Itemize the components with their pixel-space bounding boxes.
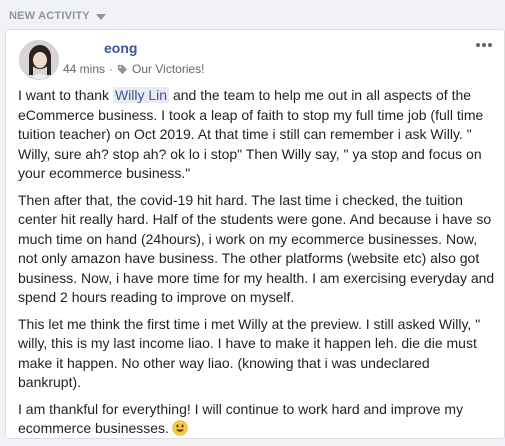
post-paragraph-1: I want to thank Willy Lin and the team t…	[18, 86, 496, 184]
post-card: eong 44 mins · Our Victories! I want to …	[5, 29, 505, 439]
avatar-image	[20, 41, 58, 79]
caret-down-icon[interactable]	[95, 13, 106, 20]
post-paragraph-4: I am thankful for everything! I will con…	[18, 400, 496, 439]
paragraph-4-text: I am thankful for everything! I will con…	[18, 400, 464, 437]
group-link[interactable]: Our Victories!	[132, 62, 204, 76]
author-name[interactable]: eong	[104, 40, 137, 56]
mention-willy-lin[interactable]: Willy Lin	[112, 87, 170, 103]
meta-separator: ·	[109, 62, 114, 76]
section-title: NEW ACTIVITY	[9, 10, 90, 22]
post-meta: 44 mins · Our Victories!	[63, 62, 205, 76]
post-body: I want to thank Willy Lin and the team t…	[18, 86, 496, 446]
tag-icon	[117, 64, 128, 74]
smiling-face-emoji	[172, 420, 188, 436]
paragraph-1-before: I want to thank	[18, 87, 113, 103]
post-paragraph-3: This let me think the first time i met W…	[18, 315, 481, 391]
avatar[interactable]	[19, 40, 59, 80]
more-options-icon[interactable]	[474, 38, 494, 52]
new-activity-header[interactable]: NEW ACTIVITY	[9, 8, 106, 24]
post-paragraph-2: Then after that, the covid-19 hit hard. …	[18, 191, 495, 306]
post-time[interactable]: 44 mins	[63, 62, 105, 76]
